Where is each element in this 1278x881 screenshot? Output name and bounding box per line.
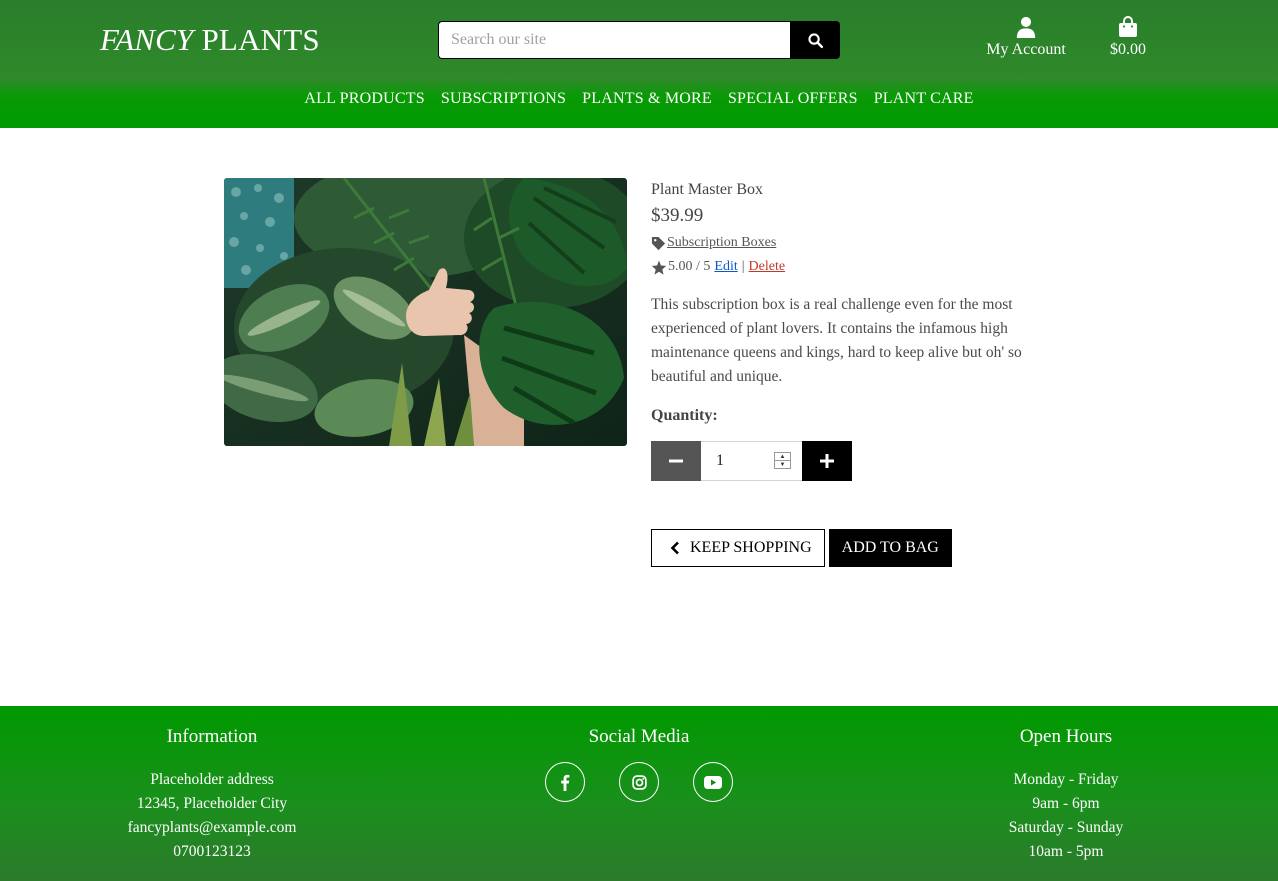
youtube-link[interactable] (693, 762, 733, 802)
address-line: Placeholder address (150, 771, 274, 788)
weekday-label: Monday - Friday (1013, 771, 1119, 788)
edit-product-link[interactable]: Edit (714, 259, 737, 275)
footer-hours: Open Hours Monday - Friday 9am - 6pm Sat… (916, 726, 1216, 864)
quantity-spinner[interactable]: ▲ ▼ (774, 452, 791, 469)
nav-special-offers[interactable]: SPECIAL OFFERS (728, 90, 858, 108)
site-header: FANCY PLANTS My Account $0.00 ALL PRODUC… (0, 0, 1278, 128)
increment-button[interactable] (802, 441, 852, 481)
rating-value: 5.00 / 5 (668, 259, 711, 274)
product-name: Plant Master Box (651, 181, 763, 198)
spin-up-icon[interactable]: ▲ (775, 453, 790, 460)
site-footer: Information Placeholder address 12345, P… (0, 706, 1278, 881)
quantity-label: Quantity: (651, 407, 718, 424)
search-icon (807, 32, 823, 48)
decrement-button[interactable] (651, 441, 701, 481)
city-line: 12345, Placeholder City (136, 795, 288, 812)
logo-plants: PLANTS (201, 22, 320, 57)
spin-down-icon[interactable]: ▼ (775, 460, 790, 468)
search-form (438, 21, 840, 59)
bag-total: $0.00 (1110, 41, 1146, 58)
delete-product-link[interactable]: Delete (749, 259, 786, 275)
quantity-field-wrap: ▲ ▼ (701, 441, 802, 481)
product-image[interactable] (224, 178, 627, 446)
product-details: Plant Master Box $39.99 Subscription Box… (651, 181, 1051, 567)
email-line: fancyplants@example.com (127, 819, 297, 836)
product-description: This subscription box is a real challeng… (651, 296, 1022, 385)
plant-photo (224, 178, 627, 446)
search-button[interactable] (790, 21, 840, 59)
product-price: $39.99 (651, 205, 704, 226)
quantity-stepper: ▲ ▼ (651, 441, 1051, 481)
product-actions: KEEP SHOPPING ADD TO BAG (651, 529, 1051, 567)
tag-icon (651, 236, 666, 250)
category-link[interactable]: Subscription Boxes (667, 235, 776, 251)
youtube-icon (704, 775, 722, 789)
phone-line: 0700123123 (173, 843, 251, 860)
keep-shopping-label: KEEP SHOPPING (690, 539, 812, 556)
site-logo[interactable]: FANCY PLANTS (100, 22, 320, 58)
footer-social: Social Media (489, 726, 789, 802)
nav-plant-care[interactable]: PLANT CARE (874, 90, 974, 108)
facebook-icon (561, 774, 570, 791)
nav-all-products[interactable]: ALL PRODUCTS (304, 90, 425, 108)
my-account-label: My Account (986, 41, 1066, 58)
shopping-bag-icon (1119, 16, 1137, 37)
star-icon (651, 260, 667, 275)
instagram-link[interactable] (619, 762, 659, 802)
minus-icon (669, 459, 683, 463)
search-input[interactable] (438, 21, 790, 59)
main-nav: ALL PRODUCTS SUBSCRIPTIONS PLANTS & MORE… (0, 90, 1278, 108)
nav-subscriptions[interactable]: SUBSCRIPTIONS (441, 90, 566, 108)
add-to-bag-button[interactable]: ADD TO BAG (828, 529, 952, 567)
logo-fancy: FANCY (100, 22, 194, 57)
information-title: Information (166, 726, 258, 747)
weekend-label: Saturday - Sunday (1008, 819, 1124, 836)
nav-plants-and-more[interactable]: PLANTS & MORE (582, 90, 712, 108)
keep-shopping-button[interactable]: KEEP SHOPPING (651, 529, 825, 567)
my-account-link[interactable]: My Account (983, 16, 1069, 59)
category-row: Subscription Boxes (651, 235, 1051, 251)
user-icon (1016, 16, 1036, 38)
facebook-link[interactable] (545, 762, 585, 802)
weekend-hours: 10am - 5pm (1028, 843, 1104, 860)
instagram-icon (631, 774, 647, 790)
link-separator: | (741, 259, 745, 274)
social-title: Social Media (588, 726, 690, 747)
footer-information: Information Placeholder address 12345, P… (62, 726, 362, 864)
rating-row: 5.00 / 5 Edit | Delete (651, 259, 1051, 275)
hours-title: Open Hours (1019, 726, 1113, 747)
plus-icon (820, 454, 834, 468)
add-to-bag-label: ADD TO BAG (841, 539, 939, 556)
shopping-bag-link[interactable]: $0.00 (1104, 16, 1152, 59)
chevron-left-icon (670, 541, 679, 555)
weekday-hours: 9am - 6pm (1032, 795, 1100, 812)
